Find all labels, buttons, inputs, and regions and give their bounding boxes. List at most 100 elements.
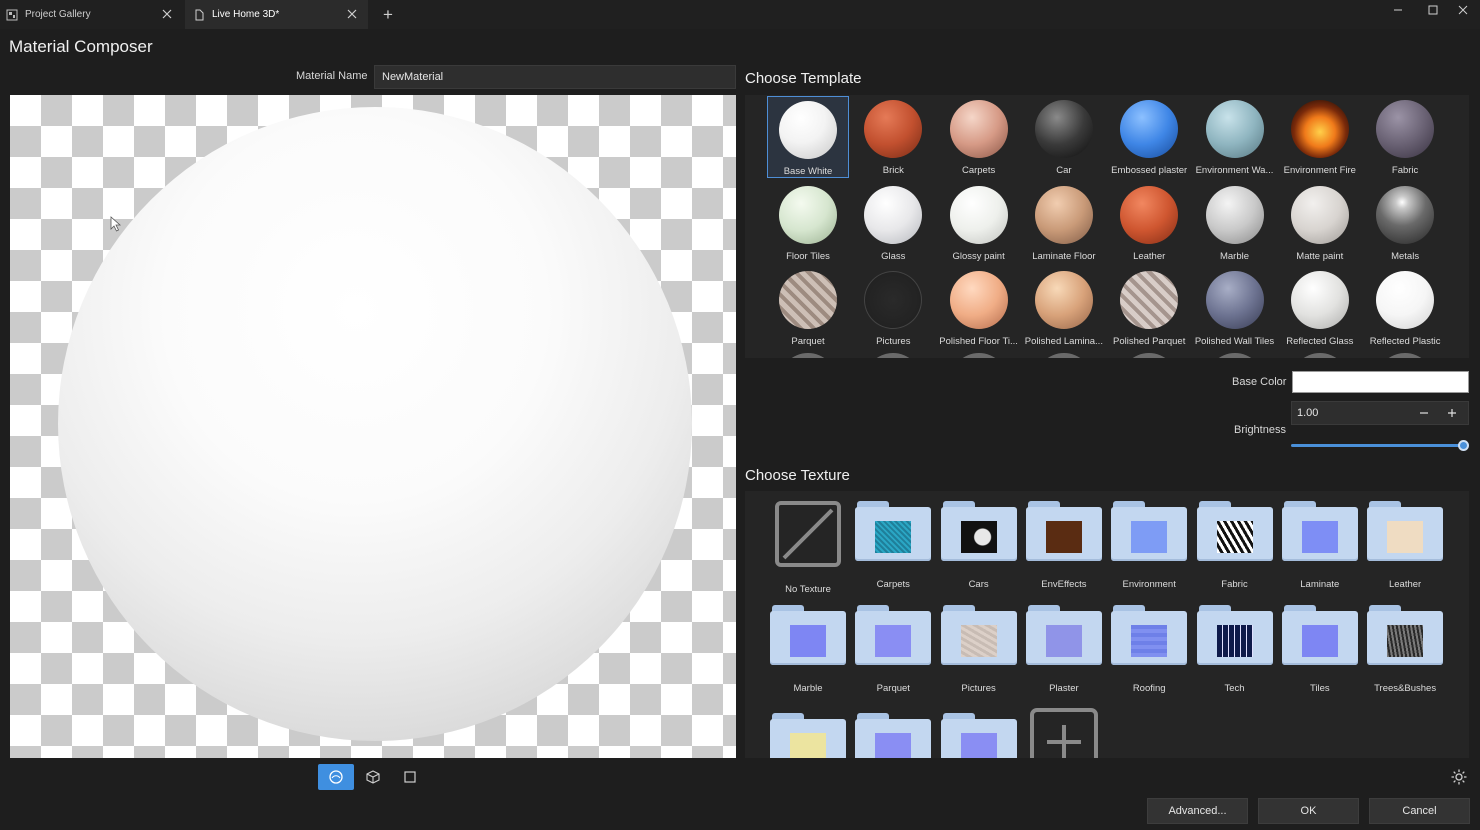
template-label: Polished Wall Tiles [1194,336,1275,347]
template-item[interactable]: Polished Wall Tiles [1194,267,1276,349]
brightness-value[interactable]: 1.00 [1297,407,1318,419]
template-label: Laminate Floor [1032,250,1096,262]
material-name-input[interactable] [374,65,736,89]
close-icon[interactable] [161,8,173,20]
cube-view-button[interactable] [355,764,391,790]
close-icon[interactable] [346,8,358,20]
texture-item[interactable]: No Texture [767,501,849,595]
folder-icon [770,605,846,665]
minimize-icon[interactable] [1381,0,1415,20]
template-item[interactable]: Pictures [852,267,934,349]
advanced-button[interactable]: Advanced... [1147,798,1248,824]
add-tab-button[interactable]: + [378,5,398,25]
maximize-icon[interactable] [1416,0,1450,20]
template-item[interactable]: Base White [767,96,849,178]
choose-texture-title: Choose Texture [745,467,850,484]
template-sphere-partial [1205,353,1264,358]
folder-icon[interactable] [855,713,932,758]
template-sphere [1034,271,1093,329]
template-item[interactable]: Polished Parquet [1108,267,1190,349]
texture-item[interactable]: Carpets [852,501,934,590]
template-item[interactable]: Brick [852,96,934,178]
texture-label: Marble [793,683,823,694]
base-color-swatch[interactable] [1292,371,1469,393]
page-title: Material Composer [9,37,153,56]
folder-icon [855,605,932,665]
template-item[interactable]: Carpets [938,96,1020,178]
texture-label: Carpets [876,579,910,590]
template-item[interactable]: Reflected Plastic [1364,267,1446,349]
texture-item[interactable]: Laminate [1279,501,1361,590]
texture-item[interactable]: Roofing [1108,605,1190,694]
template-sphere [949,271,1008,329]
template-label: Marble [1219,250,1250,262]
ok-button[interactable]: OK [1258,798,1359,824]
folder-icon [1025,605,1102,665]
folder-icon[interactable] [940,713,1017,758]
template-label: Car [1056,165,1072,176]
template-item[interactable]: Parquet [767,267,849,349]
plane-view-button[interactable] [392,764,428,790]
template-item[interactable]: Polished Floor Ti... [938,267,1020,349]
texture-item[interactable]: Marble [767,605,849,694]
texture-item[interactable]: EnvEffects [1023,501,1105,590]
template-sphere [779,271,837,329]
texture-item[interactable]: Leather [1364,501,1446,590]
brightness-slider-thumb[interactable] [1458,440,1469,451]
template-item[interactable]: Glass [852,182,934,264]
template-label: Fabric [1391,165,1419,176]
template-label: Glass [881,250,906,262]
texture-item[interactable]: Cars [938,501,1020,590]
tab-project-gallery[interactable]: Project Gallery [0,0,183,29]
template-sphere [1290,185,1349,244]
minus-icon[interactable] [1414,402,1434,424]
template-sphere [949,185,1008,244]
texture-label: Laminate [1300,579,1340,590]
gallery-icon [6,9,18,21]
template-item[interactable]: Glossy paint [938,182,1020,264]
tab-live-home-3d[interactable]: Live Home 3D* [185,0,368,29]
plus-icon[interactable] [1442,402,1462,424]
document-icon [193,9,205,21]
texture-item[interactable]: Trees&Bushes [1364,605,1446,694]
sphere-view-button[interactable] [318,764,354,790]
template-sphere-partial [1376,353,1435,358]
material-preview[interactable] [10,95,736,758]
template-item[interactable]: Floor Tiles [767,182,849,264]
folder-icon[interactable] [770,713,846,758]
template-item[interactable]: Matte paint [1279,182,1361,264]
cancel-button[interactable]: Cancel [1369,798,1470,824]
template-item[interactable]: Metals [1364,182,1446,264]
template-item[interactable]: Reflected Glass [1279,267,1361,349]
texture-item[interactable]: Environment [1108,501,1190,590]
template-item[interactable]: Polished Lamina... [1023,267,1105,349]
texture-item[interactable]: Fabric [1194,501,1276,590]
template-sphere-partial [864,353,923,358]
template-sphere [1034,100,1093,158]
template-item[interactable]: Laminate Floor [1023,182,1105,264]
texture-item[interactable]: Tiles [1279,605,1361,694]
add-texture-icon[interactable] [1029,707,1099,758]
template-item[interactable]: Embossed plaster [1108,96,1190,178]
template-item[interactable]: Leather [1108,182,1190,264]
texture-item[interactable]: Pictures [938,605,1020,694]
folder-icon [1367,605,1444,665]
template-item[interactable]: Environment Wa... [1194,96,1276,178]
template-label: Glossy paint [952,250,1005,262]
texture-item[interactable]: Tech [1194,605,1276,694]
brightness-stepper[interactable]: 1.00 [1291,401,1469,425]
window-close-icon[interactable] [1446,0,1480,20]
template-item[interactable]: Fabric [1364,96,1446,178]
template-sphere [1290,271,1349,329]
folder-icon [1111,605,1188,665]
texture-item[interactable]: Parquet [852,605,934,694]
texture-item[interactable]: Plaster [1023,605,1105,694]
square-icon [404,771,416,783]
choose-template-title: Choose Template [745,70,862,87]
brightness-slider-track[interactable] [1291,444,1464,447]
template-item[interactable]: Environment Fire [1279,96,1361,178]
template-item[interactable]: Car [1023,96,1105,178]
template-item[interactable]: Marble [1194,182,1276,264]
gear-icon[interactable] [1450,768,1468,786]
folder-icon [940,501,1017,561]
